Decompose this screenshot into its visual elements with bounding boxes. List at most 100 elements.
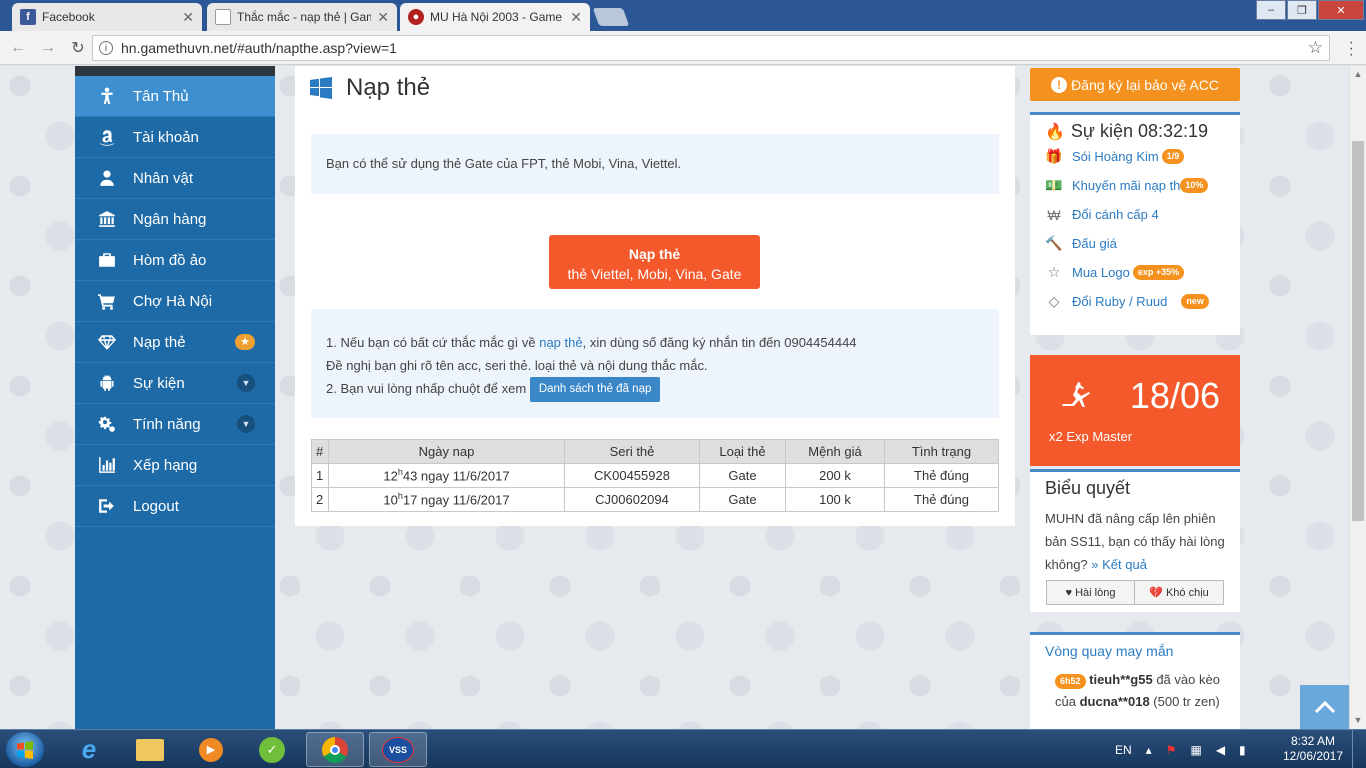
row-index: 2 bbox=[311, 487, 329, 512]
warrior-silhouette-icon bbox=[1062, 382, 1090, 407]
sidebar-item-tan-thu[interactable]: Tân Thủ bbox=[75, 76, 275, 117]
event-item-doi-canh[interactable]: ₩ Đổi cánh cấp 4 bbox=[1030, 200, 1240, 229]
vote-unhappy-button[interactable]: 💔 Khó chịu bbox=[1135, 580, 1224, 605]
lucky-wheel-title[interactable]: Vòng quay may mắn bbox=[1030, 635, 1240, 659]
vote-satisfied-button[interactable]: ♥ Hài lòng bbox=[1046, 580, 1135, 605]
sidebar-item-su-kien[interactable]: Sự kiện ▼ bbox=[75, 363, 275, 404]
close-icon[interactable]: ✕ bbox=[570, 9, 582, 26]
sidebar-item-nap-the[interactable]: Nạp thẻ ★ bbox=[75, 322, 275, 363]
register-protect-acc-button[interactable]: ! Đăng ký lại bảo vệ ACC bbox=[1030, 68, 1240, 101]
minimize-button[interactable]: – bbox=[1256, 0, 1286, 20]
start-button[interactable] bbox=[6, 732, 44, 767]
scrollbar-thumb[interactable] bbox=[1352, 141, 1364, 521]
scroll-up-arrow-icon[interactable]: ▲ bbox=[1350, 66, 1366, 83]
close-icon[interactable]: ✕ bbox=[182, 9, 194, 26]
register-protect-acc-label: Đăng ký lại bảo vệ ACC bbox=[1071, 76, 1219, 93]
row-status: Thẻ đúng bbox=[884, 463, 999, 488]
event-item-dau-gia[interactable]: 🔨 Đấu giá bbox=[1030, 229, 1240, 258]
sidebar-menu: Tân Thủ Tài khoản Nhân vật Ngân hàng Hòm… bbox=[75, 66, 275, 729]
sidebar-item-tai-khoan[interactable]: Tài khoản bbox=[75, 117, 275, 158]
network-icon[interactable]: ▦ bbox=[1190, 743, 1201, 757]
fire-icon: 🔥 bbox=[1045, 123, 1065, 141]
chevron-down-icon[interactable]: ▼ bbox=[237, 374, 255, 392]
row-type: Gate bbox=[699, 487, 786, 512]
taskbar-app-green[interactable]: ✓ bbox=[243, 732, 301, 767]
event-item-soi-hoang-kim[interactable]: 🎁 Sói Hoàng Kim 1/9 bbox=[1030, 142, 1240, 171]
events-title-text: Sự kiện 08:32:19 bbox=[1070, 121, 1209, 141]
sidebar-item-label: Nhân vật bbox=[133, 169, 194, 187]
close-icon[interactable]: ✕ bbox=[377, 9, 389, 26]
event-label: Khuyến mãi nạp th bbox=[1072, 178, 1181, 193]
browser-menu-icon[interactable]: · · · bbox=[1349, 35, 1354, 63]
sidebar-item-ngan-hang[interactable]: Ngân hàng bbox=[75, 199, 275, 240]
sidebar-item-logout[interactable]: Logout bbox=[75, 486, 275, 527]
sidebar-item-label: Ngân hàng bbox=[133, 210, 207, 228]
topup-button-title: Nạp thẻ bbox=[628, 246, 681, 262]
taskbar-media-player[interactable]: ▶ bbox=[182, 732, 240, 767]
row-serial: CK00455928 bbox=[564, 463, 700, 488]
media-player-icon: ▶ bbox=[199, 737, 223, 762]
back-arrow-icon[interactable]: ← bbox=[6, 39, 30, 57]
vote-result-link[interactable]: » Kết quả bbox=[1091, 557, 1147, 572]
taskbar-explorer[interactable] bbox=[121, 732, 179, 767]
diamond-outline-icon: ◇ bbox=[1048, 293, 1060, 309]
internet-explorer-icon: e bbox=[81, 734, 97, 764]
vertical-scrollbar[interactable]: ▲ ▼ bbox=[1349, 66, 1366, 729]
info-box: Bạn có thể sử dụng thẻ Gate của FPT, thẻ… bbox=[311, 134, 999, 194]
sidebar-item-cho-ha-noi[interactable]: Chợ Hà Nội bbox=[75, 281, 275, 322]
android-icon bbox=[95, 374, 119, 392]
address-bar[interactable]: i hn.gamethuvn.net/#auth/napthe.asp?view… bbox=[92, 35, 1330, 61]
exp-banner[interactable]: 18/06 x2 Exp Master bbox=[1030, 355, 1240, 466]
clock-time: 8:32 AM bbox=[1290, 734, 1336, 748]
info-icon[interactable]: i bbox=[99, 41, 113, 55]
scroll-down-arrow-icon[interactable]: ▼ bbox=[1350, 712, 1366, 729]
exclamation-icon: ! bbox=[1051, 76, 1068, 93]
window-close-button[interactable]: ✕ bbox=[1318, 0, 1364, 20]
event-item-doi-ruby[interactable]: ◇ Đổi Ruby / Ruud new bbox=[1030, 287, 1240, 316]
sidebar-item-xep-hang[interactable]: Xếp hạng bbox=[75, 445, 275, 486]
event-item-khuyen-mai[interactable]: 💵 Khuyến mãi nạp th 10% bbox=[1030, 171, 1240, 200]
money-icon: 💵 bbox=[1045, 177, 1063, 193]
user-icon bbox=[95, 169, 119, 187]
volume-icon[interactable]: ◀ bbox=[1216, 743, 1225, 757]
sidebar-item-hom-do-ao[interactable]: Hòm đồ ảo bbox=[75, 240, 275, 281]
column-header: Ngày nap bbox=[328, 439, 565, 464]
taskbar-vss[interactable]: VSS bbox=[369, 732, 427, 767]
taskbar-chrome[interactable] bbox=[306, 732, 364, 767]
show-desktop-button[interactable] bbox=[1352, 730, 1366, 768]
row-date: 12h43 ngay 11/6/2017 bbox=[328, 463, 565, 488]
taskbar-ie[interactable]: e bbox=[60, 732, 118, 767]
star-badge-icon: ★ bbox=[235, 334, 255, 350]
scroll-to-top-button[interactable] bbox=[1300, 685, 1349, 729]
clock-date: 12/06/2017 bbox=[1282, 749, 1344, 763]
taskbar-clock[interactable]: 8:32 AM 12/06/2017 bbox=[1278, 734, 1348, 764]
language-indicator[interactable]: EN bbox=[1115, 743, 1132, 757]
tab-thac-mac[interactable]: Thắc mắc - nạp thẻ | Gam ✕ bbox=[207, 3, 397, 31]
help-line-1: 1. Nếu bạn có bất cứ thắc mắc gì về nạp … bbox=[326, 331, 984, 354]
sidebar-item-tinh-nang[interactable]: Tính năng ▼ bbox=[75, 404, 275, 445]
sidebar-item-label: Nạp thẻ bbox=[133, 333, 186, 351]
column-header: Loại thẻ bbox=[699, 439, 786, 464]
forward-arrow-icon[interactable]: → bbox=[36, 39, 60, 57]
reload-icon[interactable]: ↻ bbox=[66, 38, 90, 58]
vote-title: Biểu quyết bbox=[1045, 478, 1131, 498]
new-tab-button[interactable] bbox=[592, 8, 630, 26]
nap-the-link[interactable]: nạp thẻ bbox=[539, 335, 582, 350]
show-hidden-icons-icon[interactable]: ▴ bbox=[1146, 743, 1152, 757]
url-text[interactable]: hn.gamethuvn.net/#auth/napthe.asp?view=1 bbox=[121, 40, 1308, 56]
power-icon[interactable]: ▮ bbox=[1239, 743, 1246, 757]
action-center-flag-icon[interactable]: ⚑ bbox=[1166, 743, 1177, 757]
tab-facebook[interactable]: f Facebook ✕ bbox=[12, 3, 202, 31]
topup-button[interactable]: Nạp thẻ thẻ Viettel, Mobi, Vina, Gate bbox=[549, 235, 760, 289]
diamond-icon bbox=[95, 333, 119, 351]
event-item-mua-logo[interactable]: ☆ Mua Logo exp +35% bbox=[1030, 258, 1240, 287]
tab-mu-ha-noi[interactable]: ● MU Hà Nội 2003 - Game ✕ bbox=[400, 3, 590, 31]
bookmark-star-icon[interactable]: ☆ bbox=[1308, 38, 1323, 58]
card-list-button[interactable]: Danh sách thẻ đã nạp bbox=[529, 377, 661, 403]
sidebar-item-label: Chợ Hà Nội bbox=[133, 292, 213, 310]
lucky-wheel-panel: Vòng quay may mắn 6h52 tieuh**g55 đã vào… bbox=[1030, 632, 1240, 729]
sidebar-item-nhan-vat[interactable]: Nhân vật bbox=[75, 158, 275, 199]
restore-button[interactable]: ❐ bbox=[1287, 0, 1317, 20]
chevron-down-icon[interactable]: ▼ bbox=[237, 415, 255, 433]
table-row: 1 12h43 ngay 11/6/2017 CK00455928 Gate 2… bbox=[311, 463, 999, 488]
